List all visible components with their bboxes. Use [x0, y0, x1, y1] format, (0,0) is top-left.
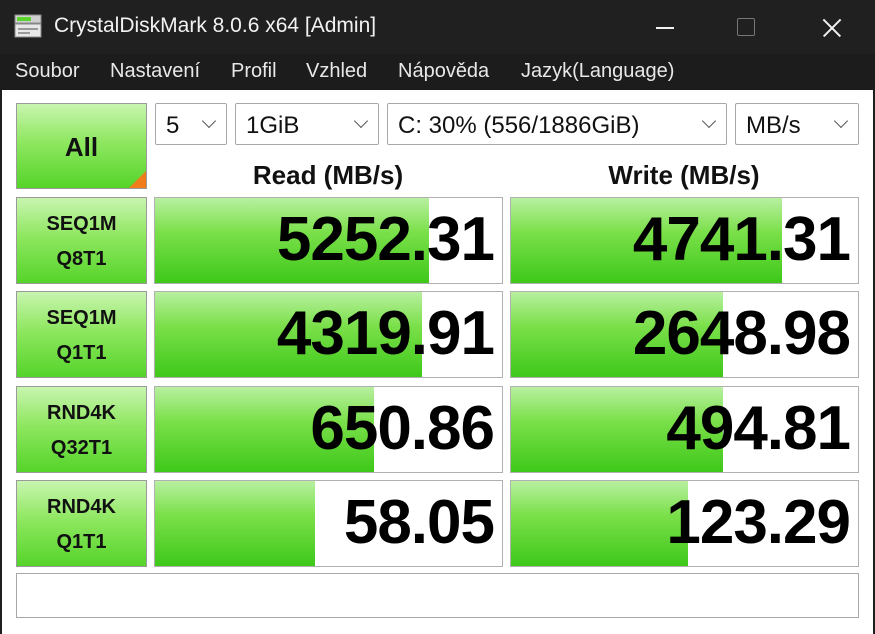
test-button-seq1m-q8t1[interactable]: SEQ1M Q8T1 [16, 197, 147, 284]
test-size-value: 1GiB [246, 112, 300, 139]
test-count-value: 5 [166, 112, 180, 139]
chevron-down-icon [353, 113, 369, 129]
title-bar: CrystalDiskMark 8.0.6 x64 [Admin] [0, 0, 875, 54]
write-result-rnd4k-q1t1: 123.29 [510, 480, 859, 567]
test-button-rnd4k-q1t1[interactable]: RND4K Q1T1 [16, 480, 147, 567]
drive-value: C: 30% (556/1886GiB) [398, 112, 640, 139]
read-column-header: Read (MB/s) [252, 160, 404, 190]
chevron-down-icon [201, 113, 217, 129]
menu-vzhled[interactable]: Vzhled [306, 60, 367, 83]
minimize-icon[interactable] [638, 0, 694, 54]
test-name: RND4K [47, 496, 116, 518]
menu-profil[interactable]: Profil [231, 60, 277, 83]
disk-icon [14, 14, 42, 38]
write-value: 4741.31 [632, 205, 851, 274]
test-size-select[interactable]: 1GiB [235, 103, 379, 145]
test-name: RND4K [47, 402, 116, 424]
test-name: SEQ1M [46, 307, 117, 329]
write-bar [511, 481, 688, 566]
read-value: 4319.91 [276, 299, 495, 368]
write-result-rnd4k-q32t1: 494.81 [510, 386, 859, 473]
test-count-select[interactable]: 5 [155, 103, 227, 145]
read-value: 650.86 [310, 394, 495, 463]
all-button-label: All [64, 132, 99, 162]
test-params: Q1T1 [56, 342, 107, 364]
menu-language[interactable]: Jazyk(Language) [521, 60, 674, 83]
write-value: 123.29 [666, 488, 851, 557]
write-value: 494.81 [666, 394, 851, 463]
test-params: Q1T1 [56, 531, 107, 553]
close-icon[interactable] [802, 0, 858, 54]
unit-select[interactable]: MB/s [735, 103, 859, 145]
unit-value: MB/s [746, 112, 801, 139]
menu-bar: Soubor Nastavení Profil Vzhled Nápověda … [0, 54, 875, 90]
comment-field[interactable] [16, 573, 859, 618]
menu-soubor[interactable]: Soubor [15, 60, 80, 83]
write-result-seq1m-q1t1: 2648.98 [510, 291, 859, 378]
drive-select[interactable]: C: 30% (556/1886GiB) [387, 103, 727, 145]
write-value: 2648.98 [632, 299, 851, 368]
write-result-seq1m-q8t1: 4741.31 [510, 197, 859, 284]
read-result-seq1m-q1t1: 4319.91 [154, 291, 503, 378]
read-value: 5252.31 [276, 205, 495, 274]
test-name: SEQ1M [46, 213, 117, 235]
menu-nastaveni[interactable]: Nastavení [110, 60, 200, 83]
read-result-rnd4k-q32t1: 650.86 [154, 386, 503, 473]
write-column-header: Write (MB/s) [608, 160, 760, 190]
test-button-rnd4k-q32t1[interactable]: RND4K Q32T1 [16, 386, 147, 473]
read-result-rnd4k-q1t1: 58.05 [154, 480, 503, 567]
window-title: CrystalDiskMark 8.0.6 x64 [Admin] [54, 14, 377, 37]
test-params: Q32T1 [50, 437, 113, 459]
chevron-down-icon [833, 113, 849, 129]
chevron-down-icon [701, 113, 717, 129]
read-bar [155, 481, 315, 566]
read-value: 58.05 [343, 488, 495, 557]
all-tests-button[interactable]: All [16, 103, 147, 189]
read-result-seq1m-q8t1: 5252.31 [154, 197, 503, 284]
test-button-seq1m-q1t1[interactable]: SEQ1M Q1T1 [16, 291, 147, 378]
test-params: Q8T1 [56, 248, 107, 270]
menu-napoveda[interactable]: Nápověda [398, 60, 489, 83]
maximize-icon[interactable] [718, 0, 774, 54]
